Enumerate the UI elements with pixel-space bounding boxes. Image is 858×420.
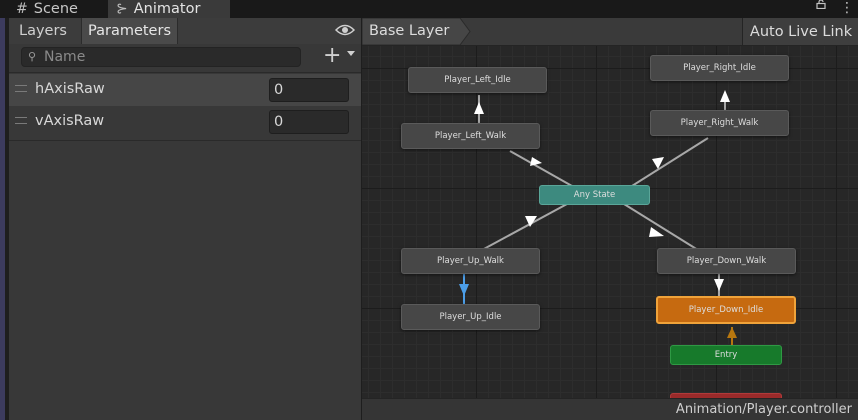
state-entry[interactable]: Entry bbox=[670, 345, 782, 365]
state-any-state[interactable]: Any State bbox=[539, 185, 650, 205]
search-input[interactable] bbox=[44, 48, 294, 66]
chevron-down-icon[interactable] bbox=[347, 51, 355, 56]
transition-arrow[interactable] bbox=[509, 150, 573, 187]
lock-icon[interactable] bbox=[816, 0, 826, 9]
parameter-name: hAxisRaw bbox=[35, 81, 105, 97]
tab-layers[interactable]: Layers bbox=[13, 18, 73, 44]
search-icon: ⚲ bbox=[28, 50, 37, 63]
state-player-down-idle[interactable]: Player_Down_Idle bbox=[656, 296, 796, 324]
tab-animator-label: Animator bbox=[133, 1, 201, 17]
parameter-value-field[interactable] bbox=[269, 78, 349, 102]
transition-arrow[interactable] bbox=[631, 137, 709, 187]
parameter-name: vAxisRaw bbox=[35, 113, 105, 129]
tab-animator[interactable]: ⊱ Animator bbox=[108, 0, 230, 18]
controller-asset-path: Animation/Player.controller bbox=[675, 402, 852, 417]
entry-transition-arrow[interactable] bbox=[727, 327, 737, 345]
dock-edge bbox=[0, 18, 5, 420]
state-player-left-walk[interactable]: Player_Left_Walk bbox=[401, 123, 540, 149]
panel-tab-header: Layers Parameters bbox=[9, 18, 361, 45]
state-player-right-walk[interactable]: Player_Right_Walk bbox=[650, 110, 789, 136]
state-player-up-walk[interactable]: Player_Up_Walk bbox=[401, 248, 540, 274]
eye-icon[interactable] bbox=[335, 23, 355, 37]
transition-arrow[interactable] bbox=[481, 203, 568, 251]
parameter-row[interactable]: hAxisRaw bbox=[9, 74, 361, 106]
divider bbox=[9, 140, 361, 141]
search-box[interactable]: ⚲ bbox=[21, 47, 301, 67]
animator-graph[interactable]: Base Layer Auto Live Link Player_Left_Id… bbox=[362, 18, 858, 420]
parameters-panel: Layers Parameters ⚲ + hAxisRaw vAxisRaw bbox=[9, 18, 361, 420]
scene-grid-icon: # bbox=[16, 1, 28, 17]
status-bar: Animation/Player.controller bbox=[362, 398, 858, 420]
drag-handle-icon[interactable] bbox=[15, 85, 27, 92]
tab-scene-label: Scene bbox=[33, 1, 78, 17]
drag-handle-icon[interactable] bbox=[15, 117, 27, 124]
more-options-icon[interactable]: ⋮ bbox=[840, 0, 854, 16]
transition-arrow[interactable] bbox=[623, 203, 699, 251]
window-tab-bar: # Scene ⊱ Animator ⋮ bbox=[0, 0, 858, 18]
tab-parameters[interactable]: Parameters bbox=[81, 18, 178, 44]
auto-live-link-button[interactable]: Auto Live Link bbox=[742, 18, 858, 45]
parameter-value-field[interactable] bbox=[269, 110, 349, 134]
state-player-down-walk[interactable]: Player_Down_Walk bbox=[657, 248, 796, 274]
transition-arrow[interactable] bbox=[474, 95, 484, 123]
transition-arrow[interactable] bbox=[714, 273, 724, 297]
transition-arrow-highlighted[interactable] bbox=[459, 273, 469, 305]
parameter-row[interactable]: vAxisRaw bbox=[9, 106, 361, 138]
state-player-right-idle[interactable]: Player_Right_Idle bbox=[650, 55, 789, 81]
state-player-up-idle[interactable]: Player_Up_Idle bbox=[401, 304, 540, 330]
search-row: ⚲ + bbox=[9, 44, 361, 73]
breadcrumb-base-layer[interactable]: Base Layer bbox=[369, 23, 449, 39]
tab-scene[interactable]: # Scene bbox=[16, 0, 78, 18]
animator-icon: ⊱ bbox=[116, 1, 128, 17]
state-player-left-idle[interactable]: Player_Left_Idle bbox=[408, 67, 547, 93]
graph-toolbar: Base Layer Auto Live Link bbox=[362, 18, 858, 46]
add-parameter-button[interactable]: + bbox=[323, 44, 341, 68]
